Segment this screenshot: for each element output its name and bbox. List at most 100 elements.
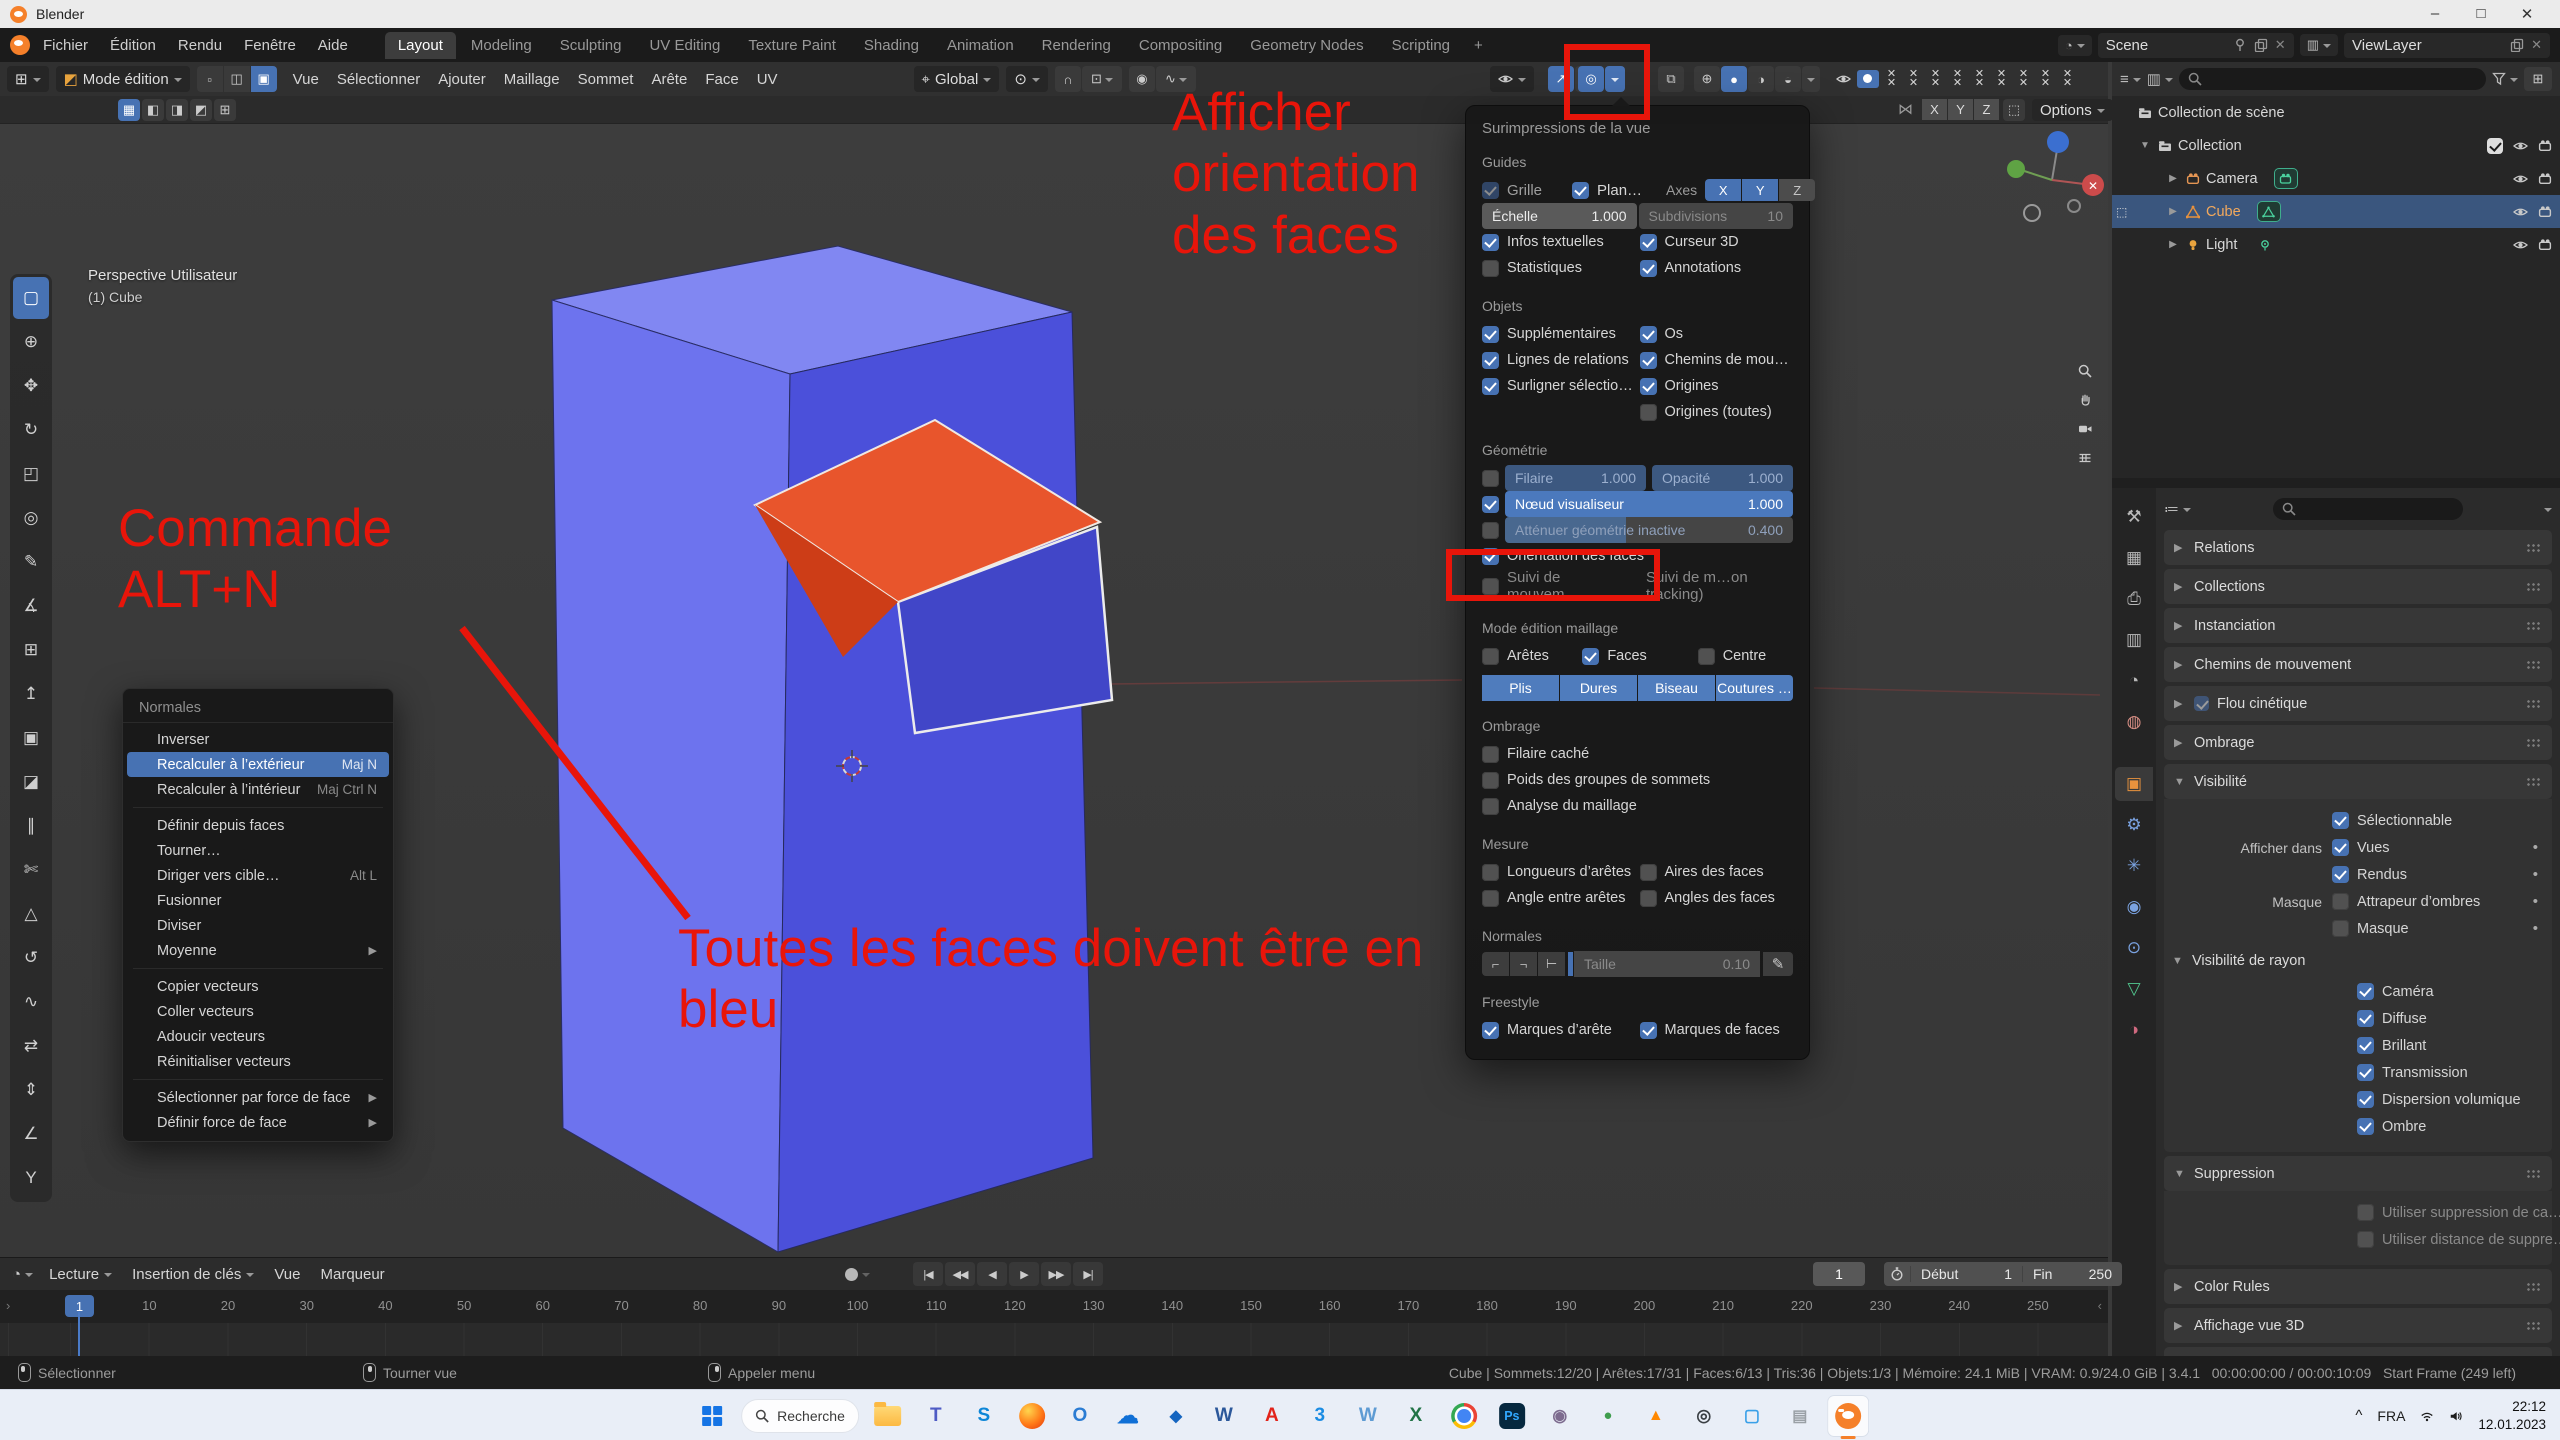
overlay-option[interactable]: Faces — [1582, 643, 1697, 669]
viewport-menu-item[interactable]: Maillage — [495, 71, 569, 88]
attenuer-slider[interactable]: Atténuer géométrie inactive0.400 — [1505, 517, 1793, 543]
checkbox[interactable] — [1482, 864, 1499, 881]
solid-shading-button[interactable]: ● — [1721, 66, 1747, 92]
suivi-checkbox[interactable] — [1482, 578, 1499, 595]
tool-edge-slide[interactable]: ⇄ — [13, 1025, 49, 1067]
display-mode-dropdown[interactable]: ≡ — [2120, 71, 2141, 88]
transport-button[interactable]: ▶▶ — [1041, 1262, 1071, 1286]
placeholder-icon[interactable]: ✕✕ — [1951, 70, 1964, 88]
blender-menu-icon[interactable] — [10, 35, 30, 55]
checkbox[interactable] — [1482, 648, 1499, 665]
checkbox[interactable] — [1482, 1022, 1499, 1039]
outliner-search-input[interactable] — [2179, 68, 2486, 90]
overlay-option[interactable]: Origines (toutes) — [1640, 399, 1794, 425]
context-menu-item[interactable]: Copier vecteurs ▶ — [127, 974, 389, 999]
context-menu-item[interactable]: Coller vecteurs ▶ — [127, 999, 389, 1024]
checkbox[interactable] — [1482, 746, 1499, 763]
mirror-axis-button[interactable]: X — [1922, 99, 1947, 120]
placeholder-icon[interactable]: ✕✕ — [1929, 70, 1942, 88]
checkbox[interactable] — [2357, 1064, 2374, 1081]
context-menu-item[interactable]: Recalculer à l’intérieur Maj Ctrl N ▶ — [127, 777, 389, 802]
snap-base-icon[interactable]: ⬚ — [2003, 99, 2025, 121]
workspace-tab[interactable]: Animation — [934, 32, 1027, 59]
context-menu-item[interactable]: Définir force de face ▶ — [127, 1110, 389, 1135]
drag-grip-icon[interactable] — [2526, 660, 2542, 669]
tool-transform[interactable]: ◎ — [13, 497, 49, 539]
context-menu-item[interactable]: Moyenne ▶ — [127, 938, 389, 963]
checkbox[interactable] — [2332, 920, 2349, 937]
end-frame-field[interactable]: Fin250 — [2022, 1266, 2122, 1282]
word[interactable]: W — [1203, 1395, 1245, 1437]
overlay-option[interactable]: Marques de faces — [1640, 1017, 1794, 1043]
tool-cursor[interactable]: ⊕ — [13, 321, 49, 363]
excel[interactable]: X — [1395, 1395, 1437, 1437]
collection-checkbox[interactable] — [2487, 138, 2503, 154]
tool-bevel[interactable]: ◪ — [13, 761, 49, 803]
panel-header[interactable]: ▶Instanciation — [2164, 608, 2552, 643]
checkbox[interactable] — [2357, 1037, 2374, 1054]
checkbox[interactable] — [1640, 1022, 1657, 1039]
snap-target-dropdown[interactable]: ⊡ — [1082, 66, 1122, 92]
drag-grip-icon[interactable] — [2526, 1321, 2542, 1330]
checkbox[interactable] — [2332, 812, 2349, 829]
wireframe-shading-button[interactable]: ⊕ — [1694, 66, 1720, 92]
tool-measure[interactable]: ∡ — [13, 585, 49, 627]
disable-render-icon[interactable] — [2538, 238, 2552, 252]
panel-header[interactable]: ▶Ombrage — [2164, 725, 2552, 760]
checkbox[interactable] — [1482, 260, 1499, 277]
overlay-option[interactable]: Marques d’arête — [1482, 1017, 1636, 1043]
world-tab-icon[interactable]: ◍ — [2115, 705, 2153, 739]
mode-dropdown[interactable]: ◩ Mode édition — [56, 66, 190, 92]
animate-dot[interactable]: • — [2533, 866, 2538, 883]
filter-type-dropdown[interactable]: ▥ — [2147, 70, 2173, 88]
overlay-option[interactable]: Origines — [1640, 373, 1794, 399]
overlay-option[interactable]: Aires des faces — [1640, 859, 1794, 885]
animate-dot[interactable]: • — [2533, 893, 2538, 910]
gizmo-z-axis[interactable] — [2047, 131, 2069, 153]
toggle-icon[interactable] — [1857, 70, 1879, 88]
checkbox[interactable] — [1698, 648, 1715, 665]
skype[interactable]: S — [963, 1395, 1005, 1437]
options-dropdown[interactable]: Options — [2032, 99, 2113, 121]
teams[interactable]: T — [915, 1395, 957, 1437]
workspace-tab[interactable]: Texture Paint — [735, 32, 849, 59]
viewlayer-tab-icon[interactable]: ▥ — [2115, 623, 2153, 657]
suppression-option[interactable]: Utiliser suppression de ca… — [2357, 1200, 2560, 1226]
edge-select-button[interactable]: ◫ — [224, 66, 250, 92]
overlay-option[interactable]: Lignes de relations — [1482, 347, 1636, 373]
placeholder-icon[interactable]: ✕✕ — [1995, 70, 2008, 88]
workspace-tab[interactable]: Scripting — [1379, 32, 1463, 59]
app-3[interactable]: 3 — [1299, 1395, 1341, 1437]
mirror-axis-button[interactable]: Z — [1974, 99, 1999, 120]
panel-header[interactable]: ▶Collections — [2164, 569, 2552, 604]
viewport-menu-item[interactable]: Sélectionner — [328, 71, 429, 88]
drag-grip-icon[interactable] — [2526, 699, 2542, 708]
context-menu-item[interactable]: Diviser ▶ — [127, 913, 389, 938]
plan-checkbox[interactable] — [1572, 182, 1589, 199]
falloff-dropdown[interactable]: ∿ — [1156, 66, 1196, 92]
context-menu-item[interactable]: Réinitialiser vecteurs ▶ — [127, 1049, 389, 1074]
defender[interactable]: ◆ — [1155, 1395, 1197, 1437]
vlc[interactable]: ▲ — [1635, 1395, 1677, 1437]
lecture-menu[interactable]: Lecture — [41, 1266, 120, 1283]
disclosure-icon[interactable]: ▼ — [2138, 140, 2152, 151]
show-gizmo-toggle[interactable]: ↗ — [1548, 66, 1574, 92]
menu-item[interactable]: Aide — [307, 33, 359, 58]
hide-eye-icon[interactable] — [2513, 206, 2528, 218]
panel-header[interactable]: ▶Color Rules — [2164, 1269, 2552, 1304]
checkbox[interactable] — [2332, 866, 2349, 883]
context-menu-item[interactable]: Adoucir vecteurs ▶ — [127, 1024, 389, 1049]
eye-icon[interactable] — [1836, 73, 1851, 85]
context-menu-item[interactable]: Inverser ▶ — [127, 727, 389, 752]
checkbox[interactable] — [2357, 983, 2374, 1000]
pivot-dropdown[interactable]: ⊙ — [1006, 66, 1048, 92]
checkbox[interactable] — [1640, 864, 1657, 881]
tool-add-cube[interactable]: ⊞ — [13, 629, 49, 671]
plant[interactable]: ● — [1587, 1395, 1629, 1437]
checkbox[interactable] — [1582, 648, 1599, 665]
properties-search-input[interactable] — [2273, 498, 2463, 520]
orientation-des-faces-option[interactable]: Orientation des faces — [1482, 543, 1793, 569]
checkbox[interactable] — [1482, 772, 1499, 789]
overlay-option[interactable]: Supplémentaires — [1482, 321, 1636, 347]
hide-eye-icon[interactable] — [2513, 173, 2528, 185]
